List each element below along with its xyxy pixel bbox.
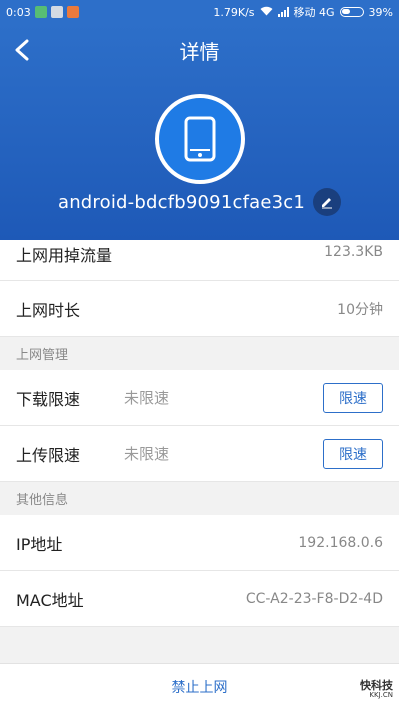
duration-value: 10分钟	[337, 301, 383, 318]
traffic-value: 123.3KB	[324, 244, 383, 260]
duration-row: 上网时长 10分钟	[0, 281, 399, 337]
download-limit-row: 下载限速 未限速 限速	[0, 370, 399, 426]
traffic-label: 上网用掉流量	[16, 246, 113, 265]
upload-limit-row: 上传限速 未限速 限速	[0, 426, 399, 482]
bottom-bar: 禁止上网	[0, 663, 399, 709]
watermark-logo: 快科技 KKJ.CN	[360, 679, 393, 700]
manage-section-header: 上网管理	[0, 337, 399, 370]
wechat-notification-icon	[34, 6, 47, 18]
detail-list: 上网用掉流量 123.3KB 上网时长 10分钟 上网管理 下载限速 未限速 限…	[0, 240, 399, 627]
mac-row: MAC地址 CC-A2-23-F8-D2-4D	[0, 571, 399, 627]
phone-icon	[184, 116, 216, 162]
carrier-label: 移动 4G	[293, 6, 335, 19]
device-name: android-bdcfb9091cfae3c1	[57, 191, 306, 213]
signal-icon	[277, 7, 289, 17]
device-header: 详情 android-bdcfb9091cfae3c1	[0, 24, 399, 240]
device-avatar	[155, 94, 245, 184]
download-limit-button[interactable]: 限速	[323, 382, 383, 413]
mac-label: MAC地址	[16, 590, 84, 610]
battery-icon	[339, 7, 364, 17]
ip-value: 192.168.0.6	[298, 534, 383, 551]
pencil-icon	[322, 198, 333, 209]
upload-limit-label: 上传限速	[16, 445, 81, 465]
watermark-main: 快科技	[360, 679, 393, 692]
download-limit-label: 下载限速	[16, 389, 81, 409]
wifi-icon	[260, 6, 273, 19]
download-limit-status: 未限速	[124, 389, 170, 407]
status-time: 0:03	[6, 5, 31, 19]
upload-limit-status: 未限速	[124, 445, 170, 463]
watermark-sub: KKJ.CN	[369, 691, 393, 700]
device-name-row: android-bdcfb9091cfae3c1	[0, 188, 399, 216]
page-title: 详情	[179, 40, 220, 64]
qq-notification-icon	[66, 6, 79, 18]
traffic-row: 上网用掉流量 123.3KB	[0, 240, 399, 281]
app-notification-icon	[50, 6, 63, 18]
battery-percent: 39%	[368, 5, 393, 19]
ban-internet-button[interactable]: 禁止上网	[172, 677, 228, 697]
info-section-header: 其他信息	[0, 482, 399, 515]
ip-row: IP地址 192.168.0.6	[0, 515, 399, 571]
network-speed: 1.79K/s	[213, 5, 255, 19]
upload-limit-button[interactable]: 限速	[323, 438, 383, 469]
status-bar: 0:03 1.79K/s 移动 4G 39%	[0, 0, 399, 24]
duration-label: 上网时长	[16, 300, 81, 320]
edit-name-button[interactable]	[313, 188, 342, 216]
mac-value: CC-A2-23-F8-D2-4D	[245, 590, 383, 607]
ip-label: IP地址	[16, 534, 63, 554]
